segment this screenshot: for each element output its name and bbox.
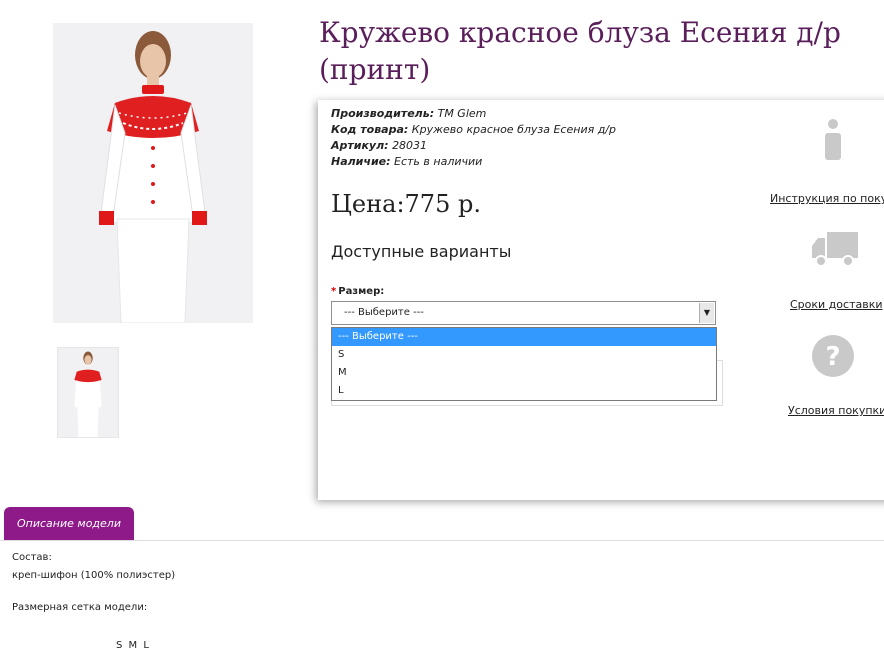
question-icon: ? [811,334,855,382]
chevron-down-icon[interactable]: ▼ [699,303,714,323]
product-meta: Производитель: ТМ Glem Код товара: Круже… [331,106,616,170]
purchase-terms-link[interactable]: Условия покупки [788,404,884,417]
instructions-link[interactable]: Инструкция по покуп [770,192,884,205]
article-value: 28031 [392,139,428,152]
product-price: Цена:775 р. [331,190,481,218]
size-select[interactable]: --- Выберите --- ▼ [331,301,716,325]
tab-model-description[interactable]: Описание модели [4,507,134,540]
variants-heading: Доступные варианты [331,242,512,261]
size-grid-label: Размерная сетка модели: [12,602,148,613]
svg-text:?: ? [825,342,840,372]
article-label: Артикул: [331,139,389,152]
composition-value: креп-шифон (100% полиэстер) [12,570,176,581]
product-code-label: Код товара: [331,123,409,136]
delivery-terms-link[interactable]: Сроки доставки [790,298,883,311]
product-thumbnail[interactable] [57,347,119,438]
availability-value: Есть в наличии [394,155,483,168]
size-option[interactable]: --- Выберите --- [332,328,716,346]
product-info-panel: Производитель: ТМ Glem Код товара: Круже… [318,100,884,500]
size-grid-header: S M L [116,640,149,651]
size-label: * Размер: [331,286,384,297]
size-option[interactable]: S [332,346,716,364]
size-select-value: --- Выберите --- [344,307,424,318]
product-code-value: Кружево красное блуза Есения д/р [411,123,616,136]
availability-label: Наличие: [331,155,391,168]
size-option[interactable]: L [332,382,716,400]
product-title: Кружево красное блуза Есения д/р (принт) [319,16,841,86]
size-dropdown-list: --- Выберите --- S M L [331,327,717,401]
info-icon [820,118,846,166]
truck-icon [810,230,860,274]
required-marker: * [331,286,337,297]
product-main-image[interactable] [53,23,253,323]
size-option[interactable]: M [332,364,716,382]
composition-label: Состав: [12,552,52,563]
manufacturer-value[interactable]: ТМ Glem [438,107,487,120]
manufacturer-label: Производитель: [331,107,435,120]
size-label-text: Размер: [338,286,385,297]
tab-divider [0,540,884,541]
